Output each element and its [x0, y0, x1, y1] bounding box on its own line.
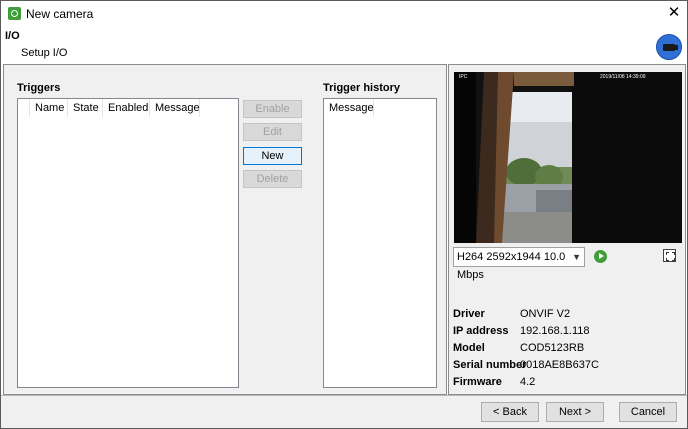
- cancel-button[interactable]: Cancel: [619, 402, 677, 422]
- model-value: COD5123RB: [520, 342, 585, 354]
- column-header-state[interactable]: State: [68, 99, 103, 117]
- title-bar: New camera ✕: [1, 1, 687, 27]
- new-camera-window: New camera ✕ I/O Setup I/O Triggers Name…: [0, 0, 688, 429]
- edit-button[interactable]: Edit: [243, 123, 302, 141]
- chevron-down-icon: ▼: [572, 252, 581, 262]
- app-logo-icon: [8, 7, 21, 20]
- io-panel: Triggers Name State Enabled Message Enab…: [3, 64, 447, 395]
- play-icon[interactable]: [594, 250, 607, 263]
- triggers-header-spacer: [18, 99, 30, 117]
- serial-number-label: Serial number: [453, 359, 527, 371]
- column-header-enabled[interactable]: Enabled: [103, 99, 150, 117]
- firmware-row: Firmware 4.2: [453, 376, 683, 392]
- trigger-history-label: Trigger history: [323, 82, 401, 94]
- trigger-history-list[interactable]: Message: [323, 98, 437, 388]
- fullscreen-icon[interactable]: [663, 249, 676, 262]
- camera-frame-image: [454, 72, 682, 243]
- next-button[interactable]: Next >: [546, 402, 604, 422]
- firmware-value: 4.2: [520, 376, 536, 388]
- model-label: Model: [453, 342, 485, 354]
- new-button[interactable]: New: [243, 147, 302, 165]
- stream-select[interactable]: H264 2592x1944 10.0 Mbps ▼: [453, 247, 585, 281]
- camera-icon: [656, 34, 682, 60]
- column-header-history-message[interactable]: Message: [324, 99, 374, 117]
- enable-button[interactable]: Enable: [243, 100, 302, 118]
- triggers-label: Triggers: [17, 82, 61, 94]
- window-title: New camera: [26, 7, 94, 21]
- column-header-name[interactable]: Name: [30, 99, 68, 117]
- video-overlay-timestamp: 2019/11/08 14:39:09: [600, 74, 646, 80]
- live-video-preview[interactable]: IPC 2019/11/08 14:39:09: [454, 72, 682, 243]
- back-button[interactable]: < Back: [481, 402, 539, 422]
- ip-address-row: IP address 192.168.1.118: [453, 325, 683, 341]
- model-row: Model COD5123RB: [453, 342, 683, 358]
- driver-row: Driver ONVIF V2: [453, 308, 683, 324]
- delete-button[interactable]: Delete: [243, 170, 302, 188]
- page-subtitle: Setup I/O: [21, 47, 68, 59]
- driver-value: ONVIF V2: [520, 308, 571, 320]
- stream-select-value: H264 2592x1944 10.0 Mbps: [457, 251, 566, 281]
- close-icon[interactable]: ✕: [667, 5, 681, 21]
- page-title: I/O: [5, 30, 20, 42]
- column-header-message[interactable]: Message: [150, 99, 200, 117]
- triggers-list[interactable]: Name State Enabled Message: [17, 98, 239, 388]
- serial-number-row: Serial number 0018AE8B637C: [453, 359, 683, 375]
- ip-address-label: IP address: [453, 325, 509, 337]
- firmware-label: Firmware: [453, 376, 502, 388]
- wizard-header: I/O Setup I/O: [1, 27, 687, 64]
- ip-address-value: 192.168.1.118: [520, 325, 590, 337]
- driver-label: Driver: [453, 308, 485, 320]
- serial-number-value: 0018AE8B637C: [520, 359, 599, 371]
- video-overlay-label: IPC: [459, 74, 468, 80]
- camera-preview-panel: IPC 2019/11/08 14:39:09 H264 2592x1944 1…: [448, 64, 686, 395]
- wizard-footer: < Back Next > Cancel: [1, 395, 687, 428]
